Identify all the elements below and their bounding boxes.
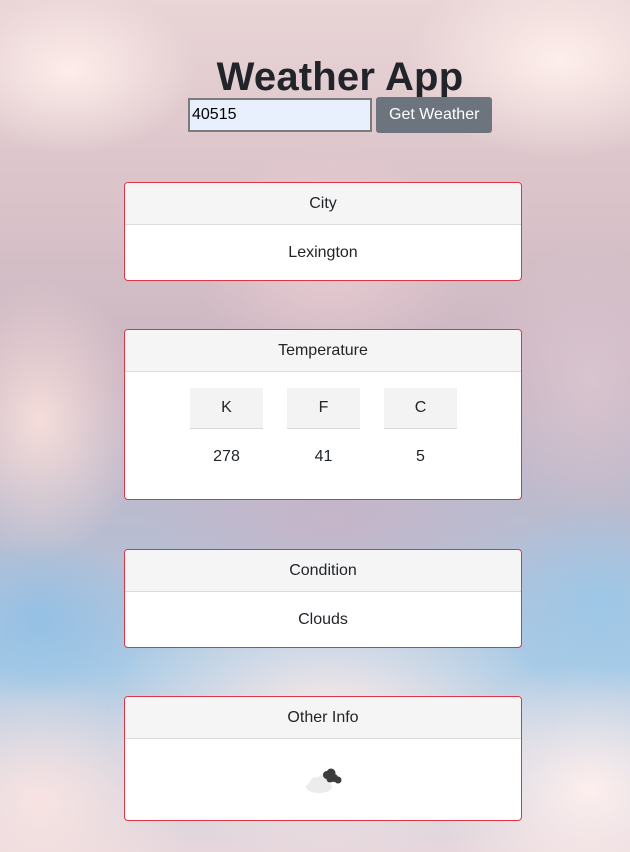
- temp-value-celsius: 5: [416, 448, 425, 465]
- other-info-body: [125, 739, 521, 820]
- city-card: City Lexington: [124, 182, 522, 281]
- temp-value-fahrenheit: 41: [314, 448, 333, 465]
- zip-input[interactable]: [188, 98, 372, 132]
- search-form: Get Weather: [188, 97, 493, 133]
- temp-value-kelvin: 278: [213, 448, 240, 465]
- temperature-table: K F C 278 41 5: [190, 388, 457, 487]
- city-value: Lexington: [288, 244, 358, 261]
- temp-unit-fahrenheit: F: [287, 388, 360, 429]
- page-title: Weather App: [216, 54, 464, 99]
- clouds-icon: [306, 768, 342, 793]
- condition-value: Clouds: [298, 611, 348, 628]
- other-info-card: Other Info: [124, 696, 522, 821]
- temp-unit-kelvin: K: [190, 388, 263, 429]
- other-info-card-header: Other Info: [125, 697, 521, 739]
- get-weather-button[interactable]: Get Weather: [376, 97, 493, 133]
- city-card-header: City: [125, 183, 521, 225]
- temperature-card-header: Temperature: [125, 330, 521, 372]
- condition-card: Condition Clouds: [124, 549, 522, 648]
- temp-unit-celsius: C: [384, 388, 457, 429]
- condition-card-header: Condition: [125, 550, 521, 592]
- temperature-card: Temperature K F C 278 41 5: [124, 329, 522, 500]
